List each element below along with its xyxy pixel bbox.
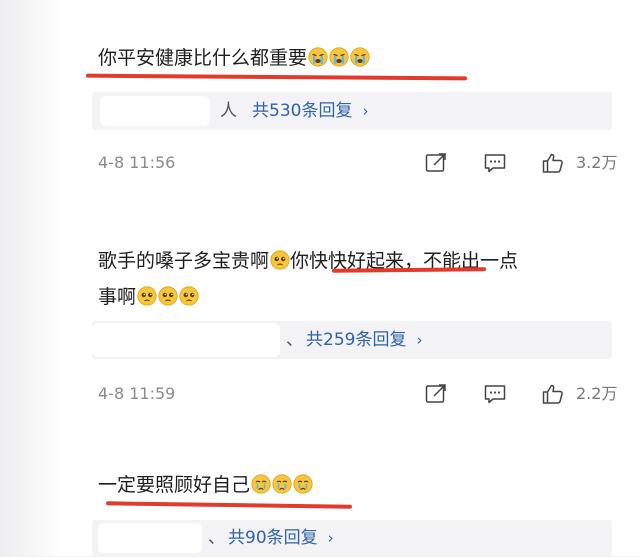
crying-emoji-icon bbox=[308, 47, 328, 67]
tearful-emoji-icon bbox=[272, 474, 292, 494]
crying-emoji-icon bbox=[329, 47, 349, 67]
reply-preview[interactable]: 、 共259条回复 › bbox=[92, 321, 612, 359]
comment-page: 你平安健康比什么都重要 人 共530条回复 › 4-8 11:56 3.2万 歌手… bbox=[0, 0, 640, 556]
redaction-mask bbox=[98, 523, 202, 553]
tearful-emoji-icon bbox=[293, 474, 313, 494]
reply-preview[interactable]: 、 共90条回复 › bbox=[92, 520, 612, 556]
timestamp: 4-8 11:59 bbox=[98, 384, 176, 403]
reply-author-tail: 、 bbox=[208, 528, 225, 548]
share-icon[interactable] bbox=[424, 383, 448, 405]
redaction-mask bbox=[100, 96, 210, 126]
reply-count-link[interactable]: 共530条回复 › bbox=[252, 92, 368, 130]
comment-text: 你平安健康比什么都重要 bbox=[98, 45, 370, 71]
comment-icon[interactable] bbox=[483, 152, 507, 174]
crying-emoji-icon bbox=[350, 47, 370, 67]
timestamp: 4-8 11:56 bbox=[98, 153, 176, 172]
like-icon[interactable] bbox=[541, 383, 565, 405]
comment-body-line2: 事啊 bbox=[98, 279, 518, 315]
comment-body: 一定要照顾好自己 bbox=[98, 474, 251, 496]
like-icon[interactable] bbox=[541, 152, 565, 174]
comment-meta: 4-8 11:59 2.2万 bbox=[0, 379, 640, 409]
reply-count-link[interactable]: 共259条回复 › bbox=[306, 321, 422, 359]
reply-count-link[interactable]: 共90条回复 › bbox=[228, 519, 334, 557]
comment-icon[interactable] bbox=[483, 383, 507, 405]
reply-count-label: 共259条回复 bbox=[306, 330, 407, 350]
like-count: 2.2万 bbox=[576, 384, 618, 403]
comment-body-part1: 歌手的嗓子多宝贵啊 bbox=[98, 250, 270, 272]
comment-body-line2-text: 事啊 bbox=[98, 286, 137, 308]
pleading-emoji-icon bbox=[179, 286, 199, 306]
reply-author-tail: 人 bbox=[220, 101, 237, 121]
left-shadow bbox=[0, 0, 62, 556]
redaction-mask bbox=[92, 323, 280, 357]
chevron-right-icon: › bbox=[327, 529, 334, 547]
tearful-emoji-icon bbox=[251, 474, 271, 494]
highlight-underline bbox=[105, 501, 353, 509]
reply-preview[interactable]: 人 共530条回复 › bbox=[92, 92, 612, 130]
reply-count-label: 共90条回复 bbox=[228, 528, 318, 548]
pleading-emoji-icon bbox=[158, 286, 178, 306]
pleading-emoji-icon bbox=[270, 250, 290, 270]
chevron-right-icon: › bbox=[416, 331, 423, 349]
pleading-emoji-icon bbox=[137, 286, 157, 306]
comment-text: 歌手的嗓子多宝贵啊 你快快好起来，不能出一点 事啊 bbox=[98, 243, 518, 315]
reply-author-tail: 、 bbox=[286, 330, 303, 350]
comment-body: 你平安健康比什么都重要 bbox=[98, 47, 308, 69]
comment-meta: 4-8 11:56 3.2万 bbox=[0, 148, 640, 178]
like-count: 3.2万 bbox=[576, 153, 618, 172]
chevron-right-icon: › bbox=[362, 102, 369, 120]
share-icon[interactable] bbox=[424, 152, 448, 174]
highlight-underline bbox=[85, 73, 468, 81]
comment-text: 一定要照顾好自己 bbox=[98, 472, 313, 498]
reply-count-label: 共530条回复 bbox=[252, 101, 353, 121]
